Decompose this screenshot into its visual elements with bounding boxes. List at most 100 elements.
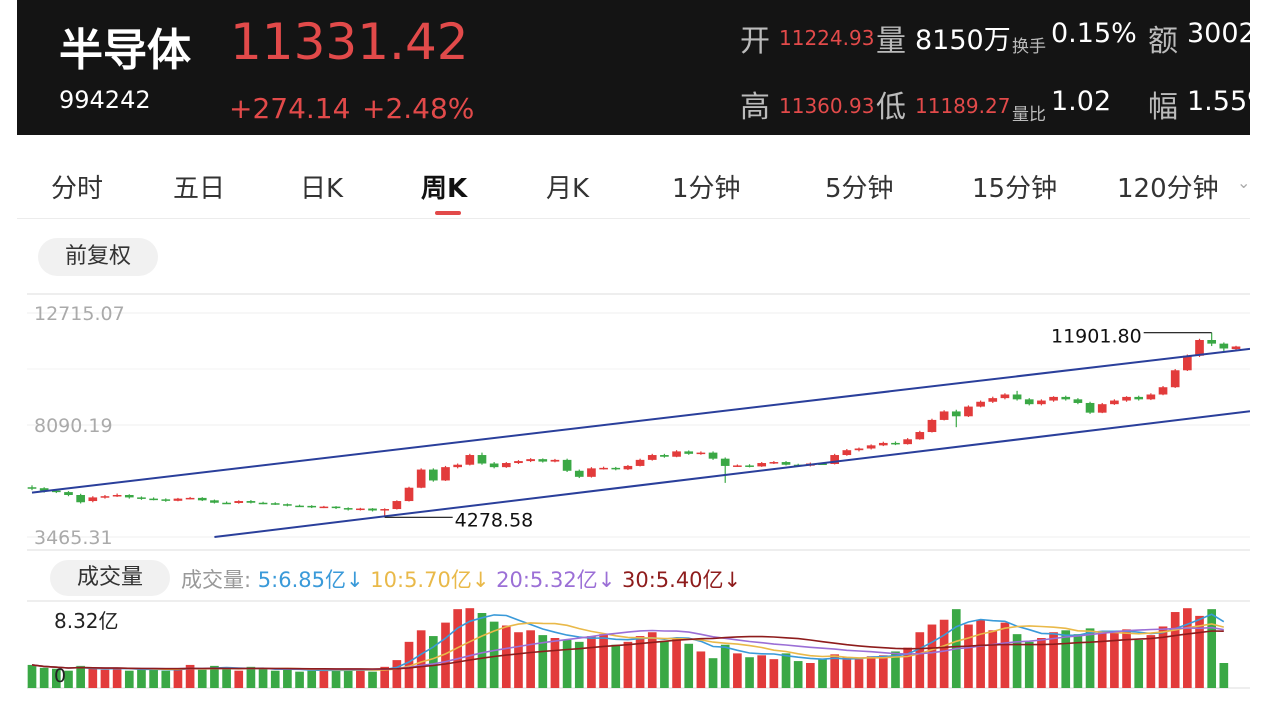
turnover-label: 换手 [1012, 37, 1046, 57]
quote-header: 半导体 994242 11331.42 +274.14 +2.48% 开 112… [17, 0, 1250, 135]
arrow-down-icon: ↓ [471, 568, 490, 592]
volume-ma10: 10:5.70亿 [370, 568, 472, 592]
volume-bar [878, 655, 888, 688]
volume-bar [976, 619, 985, 688]
trend-channel-line [31, 347, 1250, 494]
candle-body [477, 455, 487, 464]
volume-bar [599, 634, 608, 688]
tab-1-minute[interactable]: 1分钟 [672, 168, 741, 205]
candle-body [1122, 396, 1131, 401]
volume-chart[interactable]: 8.32亿 0 [0, 598, 1250, 721]
volume-bar [222, 668, 231, 688]
candle-body [538, 459, 548, 462]
candle-body [672, 451, 681, 457]
volume-bar [416, 630, 426, 688]
candle-body [124, 494, 134, 498]
candle-body [428, 469, 438, 481]
volume-ma-prefix: 成交量: [181, 568, 252, 592]
candle-body [465, 455, 475, 465]
volume-bar [1061, 630, 1071, 688]
candle-body [222, 502, 231, 505]
candle-body [854, 448, 864, 451]
candle-body [988, 398, 998, 402]
volume-bar [100, 669, 110, 688]
volume-ma20: 20:5.32亿 [496, 568, 598, 592]
edge-strip [1250, 0, 1280, 721]
amplitude-label: 幅 [1148, 90, 1178, 125]
volume-bar [769, 659, 779, 688]
volume-bar [1000, 622, 1010, 688]
volume-bar [550, 638, 560, 688]
amplitude-value: 1.55% [1187, 86, 1250, 117]
volume-bar [88, 668, 98, 688]
volume-bar [915, 632, 925, 688]
candle-body [1170, 370, 1180, 388]
volume-bar [660, 640, 669, 688]
tab-5-minute[interactable]: 5分钟 [825, 168, 894, 205]
volume-bar [283, 668, 292, 688]
volume-indicator-button[interactable]: 成交量 [50, 560, 170, 596]
tab-monthly-k[interactable]: 月K [546, 168, 589, 205]
arrow-down-icon: ↓ [597, 568, 616, 592]
candle-body [88, 497, 98, 502]
volume-bar [587, 636, 596, 688]
candle-body [197, 497, 207, 501]
candle-body [939, 411, 949, 420]
candle-body [1000, 394, 1010, 399]
candle-body [234, 501, 244, 503]
candlestick-chart[interactable]: 12715.07 8090.19 3465.31 11901.80 4278.58 [0, 290, 1250, 552]
volume-bar [1158, 626, 1168, 688]
volume-ma30: 30:5.40亿 [621, 568, 724, 592]
volume-bar [708, 658, 718, 688]
volume-bar [343, 668, 353, 688]
volume-bar [1085, 628, 1095, 688]
candle-body [878, 442, 888, 446]
chevron-down-icon[interactable]: ⌄ [1237, 173, 1250, 192]
candle-body [1219, 343, 1229, 349]
volume-label: 量 [876, 24, 906, 59]
volume-bar [1207, 609, 1217, 688]
volume-bar [1097, 631, 1107, 688]
volume-bar [684, 643, 694, 688]
active-tab-indicator [435, 211, 461, 215]
candle-body [903, 439, 912, 445]
candle-body [283, 504, 292, 506]
volume-bar [356, 669, 365, 688]
price-adjust-button[interactable]: 前复权 [38, 238, 158, 276]
y-axis-label: 12715.07 [34, 303, 125, 325]
volume-bar [696, 651, 706, 688]
volume-bar [39, 667, 49, 688]
candle-body [684, 451, 694, 454]
volume-bar [733, 653, 742, 688]
tab-daily-k[interactable]: 日K [300, 168, 343, 205]
tab-15-minute[interactable]: 15分钟 [972, 168, 1057, 205]
tab-120-minute[interactable]: 120分钟 [1117, 168, 1219, 205]
candle-body [441, 467, 450, 481]
volume-bar [806, 663, 815, 688]
candle-body [270, 503, 280, 505]
tab-weekly-k[interactable]: 周K [421, 168, 467, 205]
tab-intraday[interactable]: 分时 [51, 168, 103, 205]
candle-body [574, 470, 584, 477]
y-axis-label: 8090.19 [34, 415, 113, 437]
candle-body [769, 462, 779, 464]
candle-body [368, 508, 377, 511]
tab-five-day[interactable]: 五日 [173, 168, 225, 205]
candle-body [1024, 399, 1034, 405]
candle-body [1134, 396, 1144, 400]
candle-body [173, 498, 183, 501]
amount-label: 额 [1148, 24, 1178, 59]
volume-bar [866, 656, 876, 688]
amount-value: 3002 [1187, 18, 1250, 49]
volume-bar [818, 659, 827, 688]
volume-bar [745, 657, 754, 688]
stock-code: 994242 [59, 86, 151, 114]
candle-body [1195, 340, 1204, 356]
volume-bar [842, 657, 852, 688]
candle-body [1049, 396, 1058, 401]
volume-bar [720, 644, 730, 688]
volume-bar [137, 669, 146, 688]
open-value: 11224.93 [779, 26, 875, 50]
volume-bar [477, 613, 487, 688]
candle-body [1207, 340, 1217, 344]
